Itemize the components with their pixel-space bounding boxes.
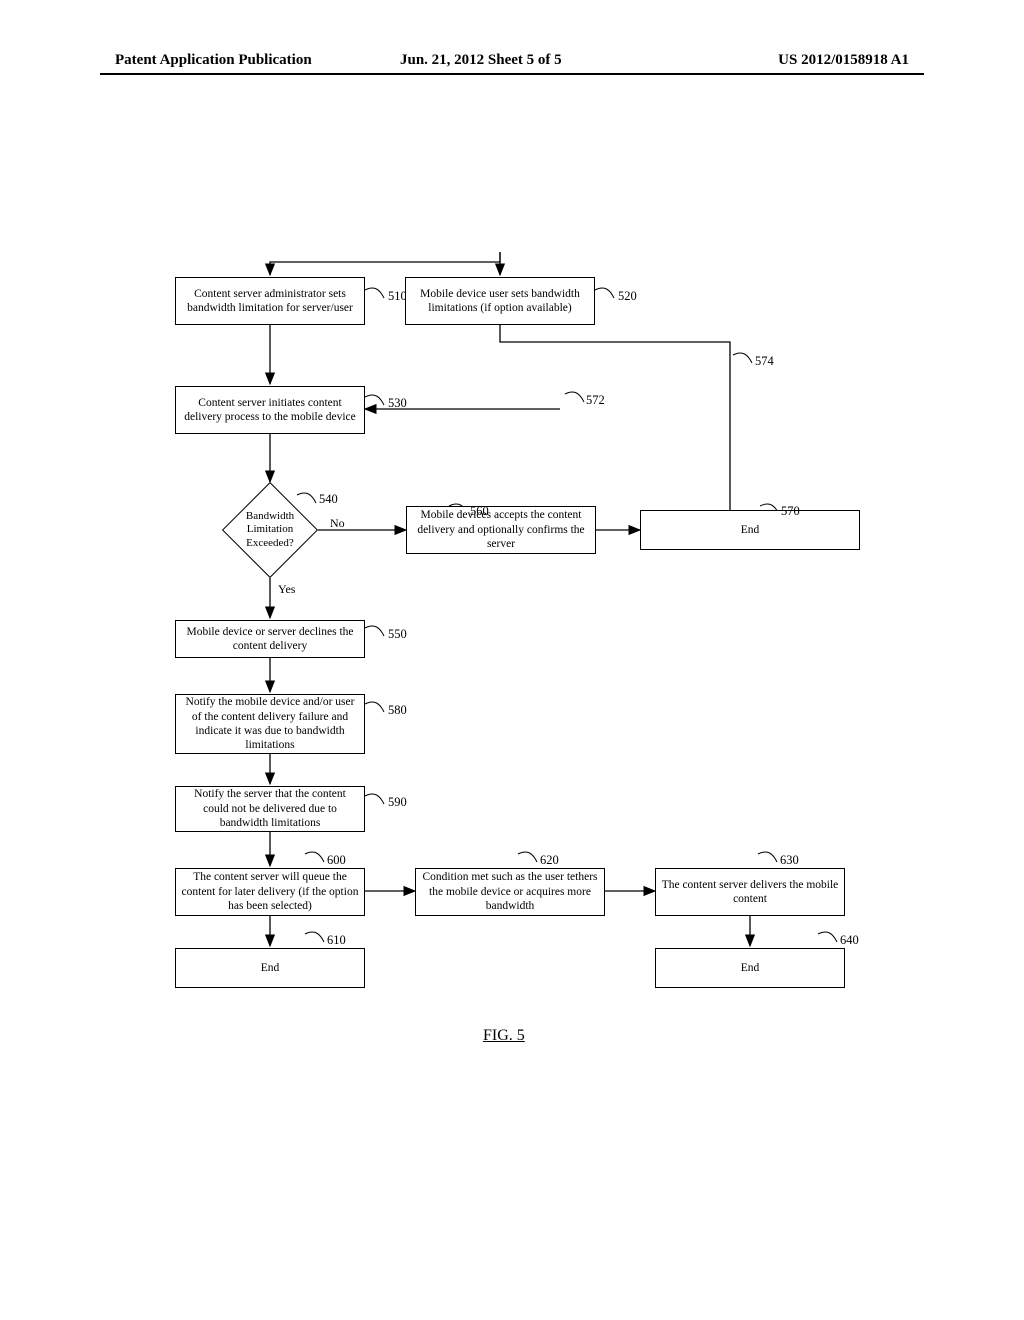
- step-550: Mobile device or server declines the con…: [175, 620, 365, 658]
- step-610: End: [175, 948, 365, 988]
- branch-no: No: [330, 516, 345, 531]
- flowchart-canvas: Content server administrator sets bandwi…: [0, 82, 1024, 1212]
- label-550: 550: [388, 627, 407, 642]
- step-520-text: Mobile device user sets bandwidth limita…: [410, 287, 590, 316]
- step-520: Mobile device user sets bandwidth limita…: [405, 277, 595, 325]
- step-640: End: [655, 948, 845, 988]
- step-620: Condition met such as the user tethers t…: [415, 868, 605, 916]
- step-530: Content server initiates content deliver…: [175, 386, 365, 434]
- label-640: 640: [840, 933, 859, 948]
- label-520: 520: [618, 289, 637, 304]
- label-530: 530: [388, 396, 407, 411]
- step-580-text: Notify the mobile device and/or user of …: [180, 695, 360, 753]
- step-560: Mobile devices accepts the content deliv…: [406, 506, 596, 554]
- label-610: 610: [327, 933, 346, 948]
- label-590: 590: [388, 795, 407, 810]
- label-570: 570: [781, 504, 800, 519]
- step-630-text: The content server delivers the mobile c…: [660, 878, 840, 907]
- label-574: 574: [755, 354, 774, 369]
- step-530-text: Content server initiates content deliver…: [180, 396, 360, 425]
- step-560-text: Mobile devices accepts the content deliv…: [411, 508, 591, 551]
- step-550-text: Mobile device or server declines the con…: [180, 625, 360, 654]
- branch-yes: Yes: [278, 582, 295, 597]
- step-600: The content server will queue the conten…: [175, 868, 365, 916]
- label-540: 540: [319, 492, 338, 507]
- step-590-text: Notify the server that the content could…: [180, 787, 360, 830]
- label-580: 580: [388, 703, 407, 718]
- step-610-text: End: [261, 961, 280, 975]
- step-590: Notify the server that the content could…: [175, 786, 365, 832]
- decision-540-text: Bandwidth Limitation Exceeded?: [222, 510, 318, 550]
- step-600-text: The content server will queue the conten…: [180, 870, 360, 913]
- decision-540: Bandwidth Limitation Exceeded?: [222, 482, 318, 578]
- step-510-text: Content server administrator sets bandwi…: [180, 287, 360, 316]
- step-640-text: End: [741, 961, 760, 975]
- header-right: US 2012/0158918 A1: [778, 52, 909, 69]
- header-rule: [100, 73, 924, 75]
- label-630: 630: [780, 853, 799, 868]
- step-570-text: End: [741, 523, 760, 537]
- label-572: 572: [586, 393, 605, 408]
- step-570: End: [640, 510, 860, 550]
- label-600: 600: [327, 853, 346, 868]
- figure-label: FIG. 5: [483, 1027, 525, 1045]
- header-left: Patent Application Publication: [115, 52, 312, 69]
- step-510: Content server administrator sets bandwi…: [175, 277, 365, 325]
- step-630: The content server delivers the mobile c…: [655, 868, 845, 916]
- header-center: Jun. 21, 2012 Sheet 5 of 5: [400, 52, 562, 69]
- step-620-text: Condition met such as the user tethers t…: [420, 870, 600, 913]
- step-580: Notify the mobile device and/or user of …: [175, 694, 365, 754]
- label-560: 560: [470, 504, 489, 519]
- label-620: 620: [540, 853, 559, 868]
- label-510: 510: [388, 289, 407, 304]
